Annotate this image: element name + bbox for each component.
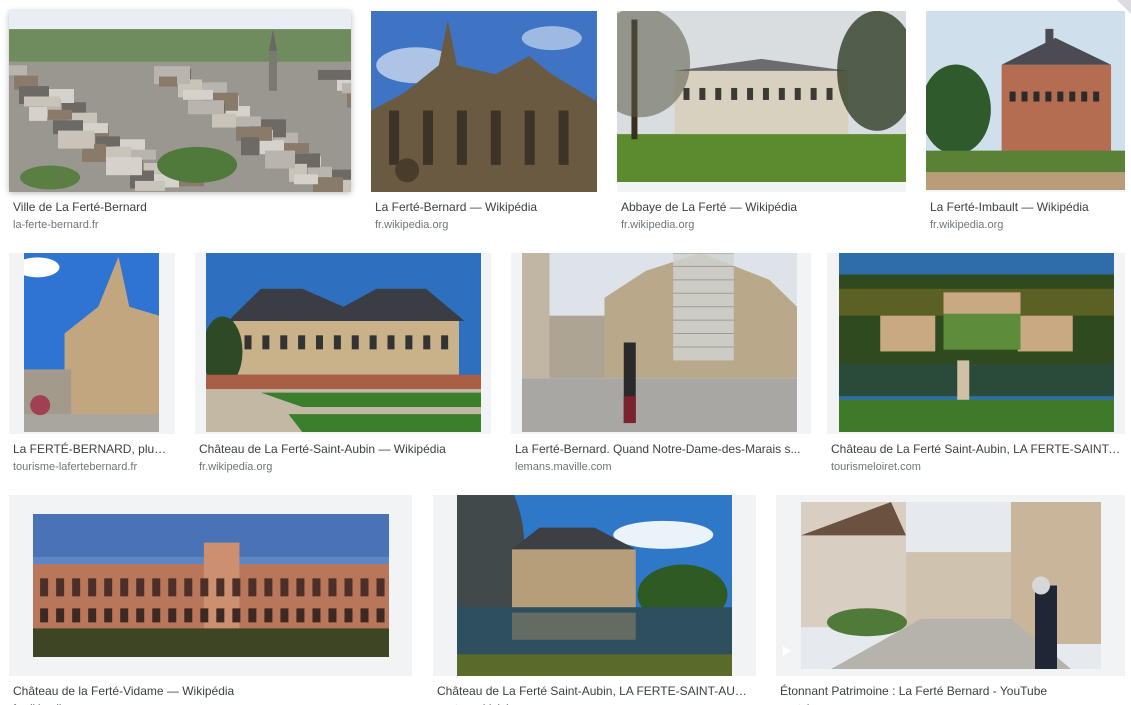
result-thumbnail[interactable]: [9, 11, 351, 192]
result-title[interactable]: Château de La Ferté Saint-Aubin, LA FERT…: [437, 683, 752, 699]
result-thumbnail[interactable]: [801, 502, 1101, 669]
result-title[interactable]: Ville de La Ferté-Bernard: [13, 199, 347, 215]
result-thumbnail[interactable]: [371, 11, 597, 192]
result-source[interactable]: centre-valdeloire.org: [437, 701, 752, 705]
result-thumbnail[interactable]: [24, 253, 159, 432]
result-title[interactable]: La FERTÉ-BERNARD, plus q...: [13, 441, 171, 457]
thumbnail-frame: [433, 495, 756, 676]
thumbnail-frame: [776, 495, 1125, 676]
thumbnail-frame: [371, 11, 597, 192]
result-source[interactable]: fr.wikipedia.org: [375, 217, 593, 233]
result-thumbnail[interactable]: [522, 253, 797, 432]
result-source[interactable]: youtube.com: [780, 701, 1121, 705]
result-title[interactable]: La Ferté-Bernard. Quand Notre-Dame-des-M…: [515, 441, 807, 457]
result-thumbnail[interactable]: [457, 495, 732, 676]
thumbnail-frame: [827, 253, 1125, 434]
thumbnail-frame: [9, 11, 351, 192]
result-source[interactable]: fr.wikipedia.org: [13, 701, 408, 705]
result-thumbnail[interactable]: [617, 11, 906, 182]
result-source[interactable]: la-ferte-bernard.fr: [13, 217, 347, 233]
result-title[interactable]: Étonnant Patrimoine : La Ferté Bernard -…: [780, 683, 1121, 699]
result-thumbnail[interactable]: [926, 11, 1125, 190]
result-title[interactable]: Château de la Ferté-Vidame — Wikipédia: [13, 683, 408, 699]
result-title[interactable]: La Ferté-Imbault — Wikipédia: [930, 199, 1121, 215]
result-title[interactable]: La Ferté-Bernard — Wikipédia: [375, 199, 593, 215]
result-source[interactable]: tourisme-lafertebernard.fr: [13, 459, 171, 475]
result-title[interactable]: Abbaye de La Ferté — Wikipédia: [621, 199, 902, 215]
video-play-icon: [783, 646, 791, 656]
result-source[interactable]: fr.wikipedia.org: [199, 459, 487, 475]
result-title[interactable]: Château de La Ferté Saint-Aubin, LA FERT…: [831, 441, 1121, 457]
result-title[interactable]: Château de La Ferté-Saint-Aubin — Wikipé…: [199, 441, 487, 457]
result-thumbnail[interactable]: [206, 253, 481, 432]
result-thumbnail[interactable]: [33, 514, 389, 657]
result-source[interactable]: lemans.maville.com: [515, 459, 807, 475]
thumbnail-frame: [9, 253, 175, 434]
thumbnail-frame: [511, 253, 811, 434]
result-source[interactable]: tourismeloiret.com: [831, 459, 1121, 475]
thumbnail-frame: [9, 495, 412, 676]
result-source[interactable]: fr.wikipedia.org: [621, 217, 902, 233]
result-thumbnail[interactable]: [839, 253, 1114, 432]
result-source[interactable]: fr.wikipedia.org: [930, 217, 1121, 233]
thumbnail-frame: [195, 253, 491, 434]
thumbnail-frame: [926, 11, 1125, 192]
thumbnail-frame: [617, 11, 906, 192]
image-results-grid: Ville de La Ferté-Bernard la-ferte-bernar…: [0, 0, 1131, 705]
corner-fold-icon: [1117, 0, 1131, 14]
